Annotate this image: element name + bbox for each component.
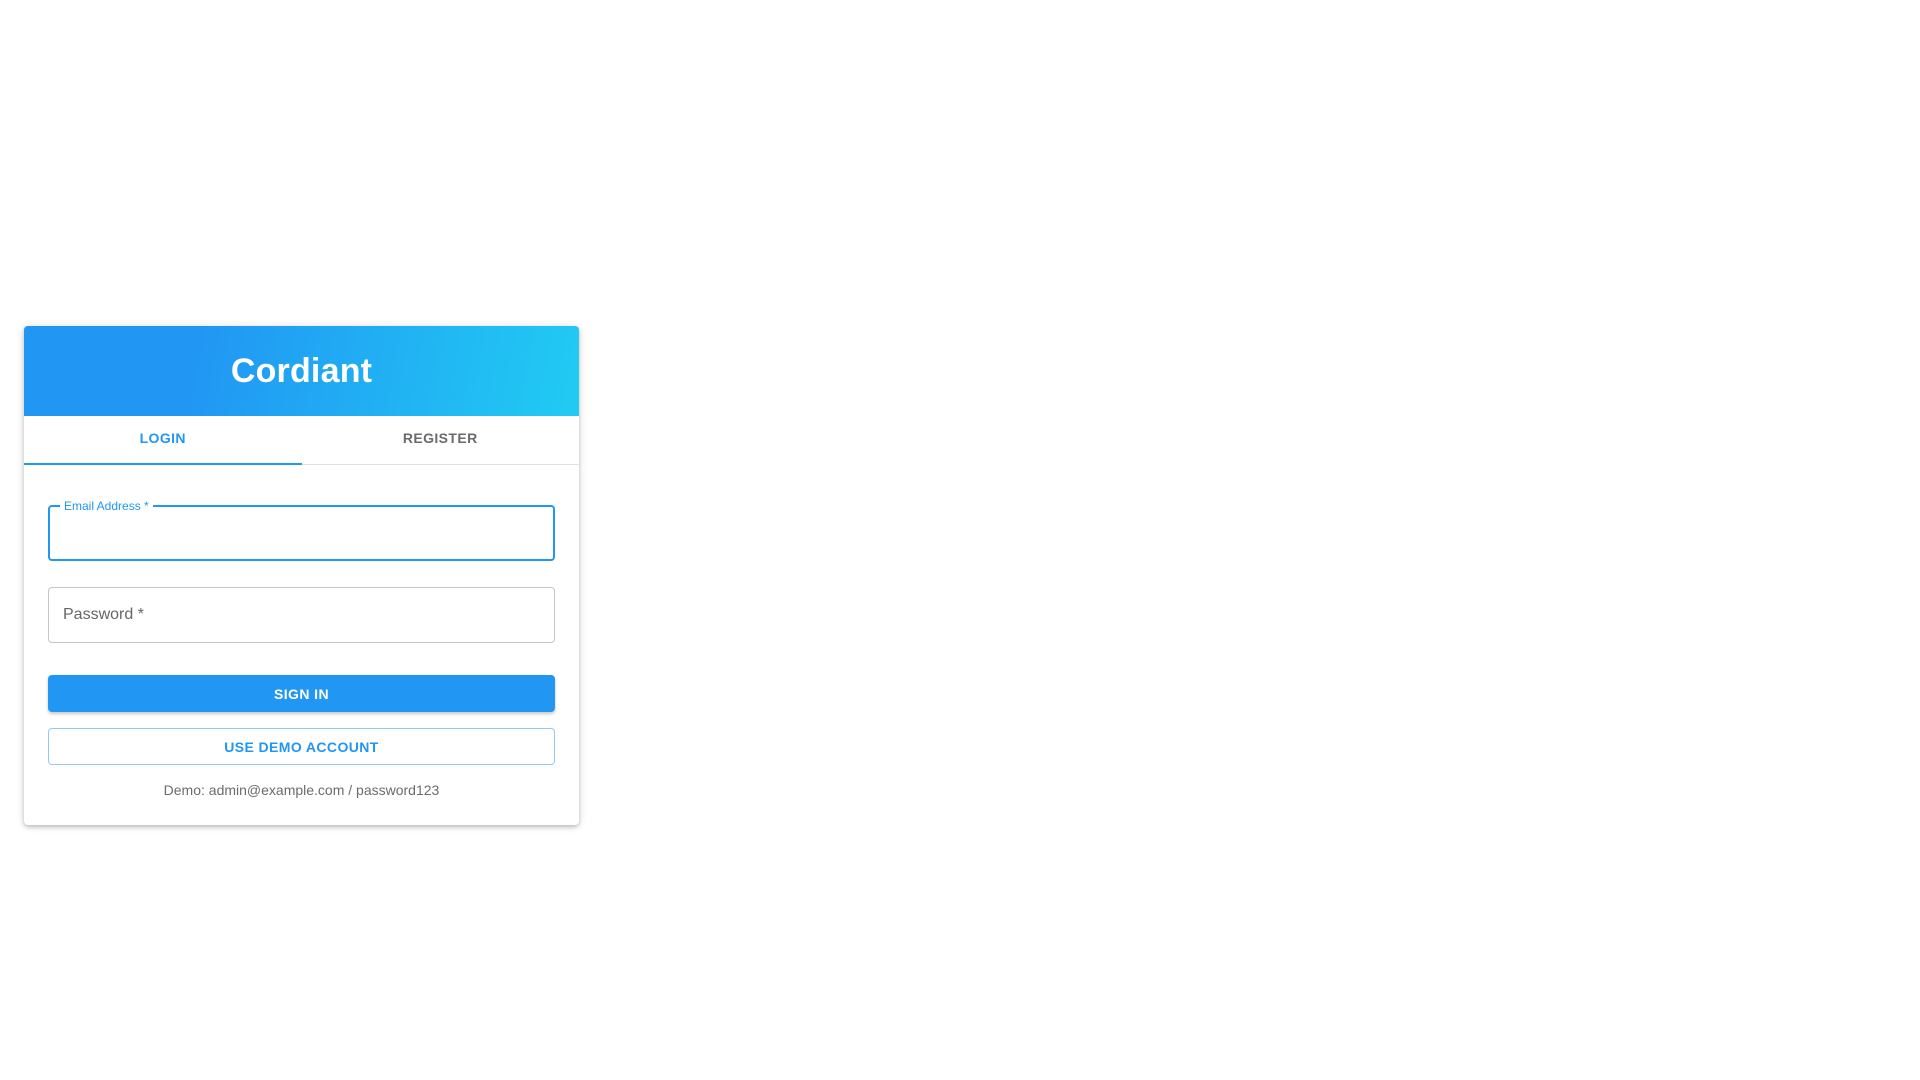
- brand-title: Cordiant: [230, 351, 373, 390]
- active-tab-indicator: [24, 463, 302, 465]
- email-field: Email Address *: [48, 499, 555, 561]
- password-field: Password *: [48, 587, 555, 643]
- demo-credentials-hint: Demo: admin@example.com / password123: [163, 782, 440, 798]
- email-label: Email Address *: [60, 499, 153, 513]
- sign-in-button[interactable]: SIGN IN: [48, 675, 555, 712]
- login-form: Email Address * Password * SIGN IN USE D…: [24, 465, 579, 798]
- email-input[interactable]: [50, 507, 553, 559]
- password-input[interactable]: [49, 588, 554, 642]
- tab-register[interactable]: REGISTER: [302, 416, 580, 464]
- login-card: Cordiant LOGIN REGISTER Email Address * …: [24, 326, 579, 825]
- auth-tabs: LOGIN REGISTER: [24, 416, 579, 465]
- demo-account-button[interactable]: USE DEMO ACCOUNT: [48, 728, 555, 765]
- tab-login[interactable]: LOGIN: [24, 416, 302, 464]
- brand-header: Cordiant: [24, 326, 579, 416]
